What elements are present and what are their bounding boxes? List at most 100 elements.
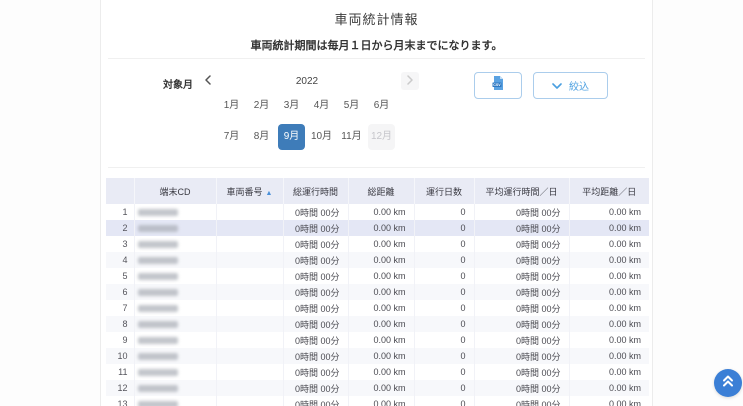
table-header-row: 端末CD車両番号▲総運行時間総距離運行日数平均運行時間／日平均距離／日	[106, 178, 649, 204]
table-cell	[216, 268, 283, 284]
table-row[interactable]: 70時間 00分0.00 km00時間 00分0.00 km	[106, 300, 649, 316]
month-button-9月[interactable]: 9月	[278, 124, 305, 150]
double-chevron-up-icon	[721, 374, 735, 393]
csv-download-button[interactable]: CSV	[474, 72, 522, 99]
month-button-12月: 12月	[368, 124, 395, 150]
table-cell: 0	[414, 364, 474, 380]
table-cell: 0時間 00分	[283, 300, 348, 316]
column-header-車両番号[interactable]: 車両番号▲	[216, 178, 283, 204]
table-cell: 0.00 km	[569, 236, 649, 252]
previous-year-button[interactable]	[199, 72, 217, 90]
table-cell: 11	[106, 364, 134, 380]
table-row[interactable]: 50時間 00分0.00 km00時間 00分0.00 km	[106, 268, 649, 284]
redacted-terminal-cd	[138, 209, 178, 216]
table-row[interactable]: 30時間 00分0.00 km00時間 00分0.00 km	[106, 236, 649, 252]
chevron-left-icon	[204, 72, 212, 90]
table-cell: 0.00 km	[569, 364, 649, 380]
month-button-6月[interactable]: 6月	[368, 93, 395, 119]
table-row[interactable]: 130時間 00分0.00 km00時間 00分0.00 km	[106, 396, 649, 406]
month-button-4月[interactable]: 4月	[308, 93, 335, 119]
table-row[interactable]: 60時間 00分0.00 km00時間 00分0.00 km	[106, 284, 649, 300]
table-cell: 0時間 00分	[283, 204, 348, 220]
chevron-right-icon	[406, 72, 414, 90]
table-row[interactable]: 100時間 00分0.00 km00時間 00分0.00 km	[106, 348, 649, 364]
table-cell	[216, 204, 283, 220]
year-label: 2022	[221, 76, 393, 87]
target-month-label: 対象月	[163, 76, 193, 91]
column-header-平均運行時間／日[interactable]: 平均運行時間／日	[474, 178, 569, 204]
table-cell: 0	[414, 332, 474, 348]
table-row[interactable]: 80時間 00分0.00 km00時間 00分0.00 km	[106, 316, 649, 332]
table-cell: 3	[106, 236, 134, 252]
column-header-row-number	[106, 178, 134, 204]
redacted-terminal-cd	[138, 289, 178, 296]
table-cell: 0時間 00分	[474, 252, 569, 268]
table-cell	[216, 332, 283, 348]
filter-button[interactable]: 絞込	[533, 72, 608, 99]
table-cell: 0.00 km	[348, 252, 414, 268]
redacted-terminal-cd	[138, 321, 178, 328]
month-button-8月[interactable]: 8月	[248, 124, 275, 150]
table-row[interactable]: 10時間 00分0.00 km00時間 00分0.00 km	[106, 204, 649, 220]
scroll-to-top-button[interactable]	[714, 369, 742, 397]
month-button-10月[interactable]: 10月	[308, 124, 335, 150]
table-cell	[134, 268, 216, 284]
table-row[interactable]: 120時間 00分0.00 km00時間 00分0.00 km	[106, 380, 649, 396]
table-cell	[134, 236, 216, 252]
table-cell: 0	[414, 316, 474, 332]
filter-button-label: 絞込	[569, 78, 589, 93]
table-cell	[134, 316, 216, 332]
table-cell: 0.00 km	[569, 284, 649, 300]
redacted-terminal-cd	[138, 401, 178, 406]
table-row[interactable]: 90時間 00分0.00 km00時間 00分0.00 km	[106, 332, 649, 348]
table-cell: 0	[414, 284, 474, 300]
redacted-terminal-cd	[138, 241, 178, 248]
month-button-7月[interactable]: 7月	[218, 124, 245, 150]
table-cell: 0時間 00分	[474, 316, 569, 332]
table-cell: 0.00 km	[569, 316, 649, 332]
table-cell: 12	[106, 380, 134, 396]
table-cell: 0時間 00分	[474, 332, 569, 348]
table-cell: 0.00 km	[569, 204, 649, 220]
table-cell: 5	[106, 268, 134, 284]
table-cell: 0.00 km	[569, 252, 649, 268]
table-cell: 0.00 km	[348, 332, 414, 348]
table-row[interactable]: 20時間 00分0.00 km00時間 00分0.00 km	[106, 220, 649, 236]
table-row[interactable]: 40時間 00分0.00 km00時間 00分0.00 km	[106, 252, 649, 268]
month-button-2月[interactable]: 2月	[248, 93, 275, 119]
table-cell: 0時間 00分	[474, 268, 569, 284]
column-header-総距離[interactable]: 総距離	[348, 178, 414, 204]
table-cell	[134, 204, 216, 220]
column-header-平均距離／日[interactable]: 平均距離／日	[569, 178, 649, 204]
table-cell: 2	[106, 220, 134, 236]
vehicle-stats-table: 端末CD車両番号▲総運行時間総距離運行日数平均運行時間／日平均距離／日 10時間…	[106, 178, 649, 406]
redacted-terminal-cd	[138, 273, 178, 280]
table-cell: 0.00 km	[348, 300, 414, 316]
month-button-5月[interactable]: 5月	[338, 93, 365, 119]
table-cell: 4	[106, 252, 134, 268]
table-cell	[216, 252, 283, 268]
table-cell: 0時間 00分	[283, 220, 348, 236]
table-cell: 0.00 km	[348, 316, 414, 332]
redacted-terminal-cd	[138, 369, 178, 376]
column-header-総運行時間[interactable]: 総運行時間	[283, 178, 348, 204]
column-header-端末CD[interactable]: 端末CD	[134, 178, 216, 204]
table-row[interactable]: 110時間 00分0.00 km00時間 00分0.00 km	[106, 364, 649, 380]
table-cell: 0.00 km	[348, 236, 414, 252]
month-button-1月[interactable]: 1月	[218, 93, 245, 119]
month-button-11月[interactable]: 11月	[338, 124, 365, 150]
table-cell	[134, 396, 216, 406]
table-cell: 0.00 km	[569, 300, 649, 316]
table-cell: 0.00 km	[348, 204, 414, 220]
vehicle-stats-panel: 車両統計情報 車両統計期間は毎月１日から月末までになります。 対象月 2022 …	[100, 0, 653, 406]
redacted-terminal-cd	[138, 337, 178, 344]
table-cell	[216, 284, 283, 300]
sort-ascending-icon: ▲	[266, 190, 273, 197]
table-cell	[216, 220, 283, 236]
table-cell: 10	[106, 348, 134, 364]
table-cell: 0.00 km	[569, 268, 649, 284]
month-button-3月[interactable]: 3月	[278, 93, 305, 119]
table-cell: 0	[414, 204, 474, 220]
table-cell: 6	[106, 284, 134, 300]
column-header-運行日数[interactable]: 運行日数	[414, 178, 474, 204]
